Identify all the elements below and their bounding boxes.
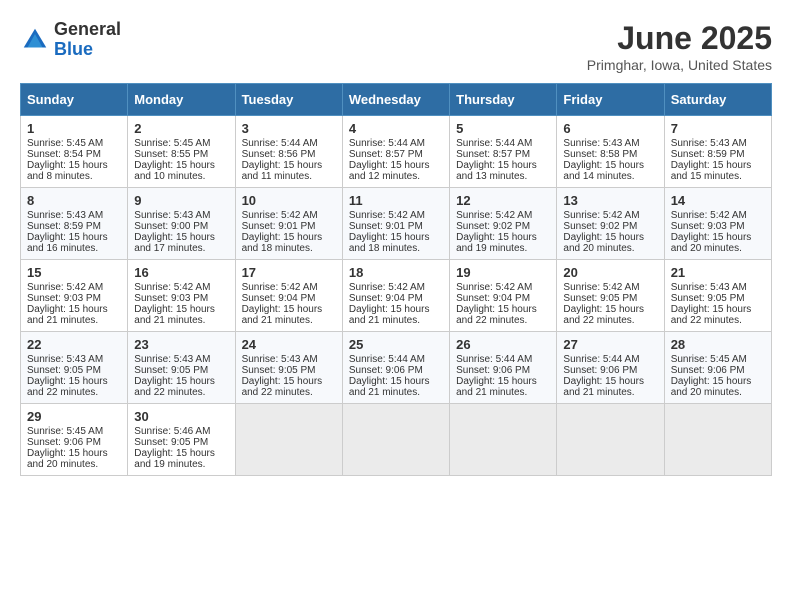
page-header: General Blue June 2025 Primghar, Iowa, U… [20, 20, 772, 73]
logo: General Blue [20, 20, 121, 60]
table-row [342, 404, 449, 476]
table-row: 24Sunrise: 5:43 AMSunset: 9:05 PMDayligh… [235, 332, 342, 404]
table-row: 5Sunrise: 5:44 AMSunset: 8:57 PMDaylight… [450, 116, 557, 188]
table-row: 22Sunrise: 5:43 AMSunset: 9:05 PMDayligh… [21, 332, 128, 404]
col-sunday: Sunday [21, 84, 128, 116]
title-area: June 2025 Primghar, Iowa, United States [587, 20, 772, 73]
table-row: 20Sunrise: 5:42 AMSunset: 9:05 PMDayligh… [557, 260, 664, 332]
calendar-row-1: 1Sunrise: 5:45 AMSunset: 8:54 PMDaylight… [21, 116, 772, 188]
calendar-table: Sunday Monday Tuesday Wednesday Thursday… [20, 83, 772, 476]
logo-blue: Blue [54, 39, 93, 59]
table-row: 21Sunrise: 5:43 AMSunset: 9:05 PMDayligh… [664, 260, 771, 332]
logo-text: General Blue [54, 20, 121, 60]
table-row: 9Sunrise: 5:43 AMSunset: 9:00 PMDaylight… [128, 188, 235, 260]
col-friday: Friday [557, 84, 664, 116]
table-row: 29Sunrise: 5:45 AMSunset: 9:06 PMDayligh… [21, 404, 128, 476]
table-row: 19Sunrise: 5:42 AMSunset: 9:04 PMDayligh… [450, 260, 557, 332]
table-row: 1Sunrise: 5:45 AMSunset: 8:54 PMDaylight… [21, 116, 128, 188]
logo-general: General [54, 19, 121, 39]
table-row: 23Sunrise: 5:43 AMSunset: 9:05 PMDayligh… [128, 332, 235, 404]
table-row: 28Sunrise: 5:45 AMSunset: 9:06 PMDayligh… [664, 332, 771, 404]
col-thursday: Thursday [450, 84, 557, 116]
table-row: 30Sunrise: 5:46 AMSunset: 9:05 PMDayligh… [128, 404, 235, 476]
calendar-row-3: 15Sunrise: 5:42 AMSunset: 9:03 PMDayligh… [21, 260, 772, 332]
table-row: 13Sunrise: 5:42 AMSunset: 9:02 PMDayligh… [557, 188, 664, 260]
calendar-header-row: Sunday Monday Tuesday Wednesday Thursday… [21, 84, 772, 116]
table-row: 26Sunrise: 5:44 AMSunset: 9:06 PMDayligh… [450, 332, 557, 404]
table-row [664, 404, 771, 476]
table-row: 7Sunrise: 5:43 AMSunset: 8:59 PMDaylight… [664, 116, 771, 188]
table-row [235, 404, 342, 476]
table-row: 15Sunrise: 5:42 AMSunset: 9:03 PMDayligh… [21, 260, 128, 332]
table-row [557, 404, 664, 476]
table-row: 4Sunrise: 5:44 AMSunset: 8:57 PMDaylight… [342, 116, 449, 188]
table-row: 25Sunrise: 5:44 AMSunset: 9:06 PMDayligh… [342, 332, 449, 404]
table-row: 18Sunrise: 5:42 AMSunset: 9:04 PMDayligh… [342, 260, 449, 332]
calendar-row-2: 8Sunrise: 5:43 AMSunset: 8:59 PMDaylight… [21, 188, 772, 260]
table-row: 10Sunrise: 5:42 AMSunset: 9:01 PMDayligh… [235, 188, 342, 260]
table-row: 14Sunrise: 5:42 AMSunset: 9:03 PMDayligh… [664, 188, 771, 260]
table-row: 8Sunrise: 5:43 AMSunset: 8:59 PMDaylight… [21, 188, 128, 260]
calendar-row-5: 29Sunrise: 5:45 AMSunset: 9:06 PMDayligh… [21, 404, 772, 476]
col-wednesday: Wednesday [342, 84, 449, 116]
col-tuesday: Tuesday [235, 84, 342, 116]
calendar-row-4: 22Sunrise: 5:43 AMSunset: 9:05 PMDayligh… [21, 332, 772, 404]
table-row: 3Sunrise: 5:44 AMSunset: 8:56 PMDaylight… [235, 116, 342, 188]
table-row: 6Sunrise: 5:43 AMSunset: 8:58 PMDaylight… [557, 116, 664, 188]
table-row: 11Sunrise: 5:42 AMSunset: 9:01 PMDayligh… [342, 188, 449, 260]
table-row: 16Sunrise: 5:42 AMSunset: 9:03 PMDayligh… [128, 260, 235, 332]
col-saturday: Saturday [664, 84, 771, 116]
subtitle: Primghar, Iowa, United States [587, 57, 772, 73]
table-row: 12Sunrise: 5:42 AMSunset: 9:02 PMDayligh… [450, 188, 557, 260]
table-row: 2Sunrise: 5:45 AMSunset: 8:55 PMDaylight… [128, 116, 235, 188]
main-title: June 2025 [587, 20, 772, 57]
col-monday: Monday [128, 84, 235, 116]
logo-icon [20, 25, 50, 55]
table-row [450, 404, 557, 476]
table-row: 27Sunrise: 5:44 AMSunset: 9:06 PMDayligh… [557, 332, 664, 404]
table-row: 17Sunrise: 5:42 AMSunset: 9:04 PMDayligh… [235, 260, 342, 332]
